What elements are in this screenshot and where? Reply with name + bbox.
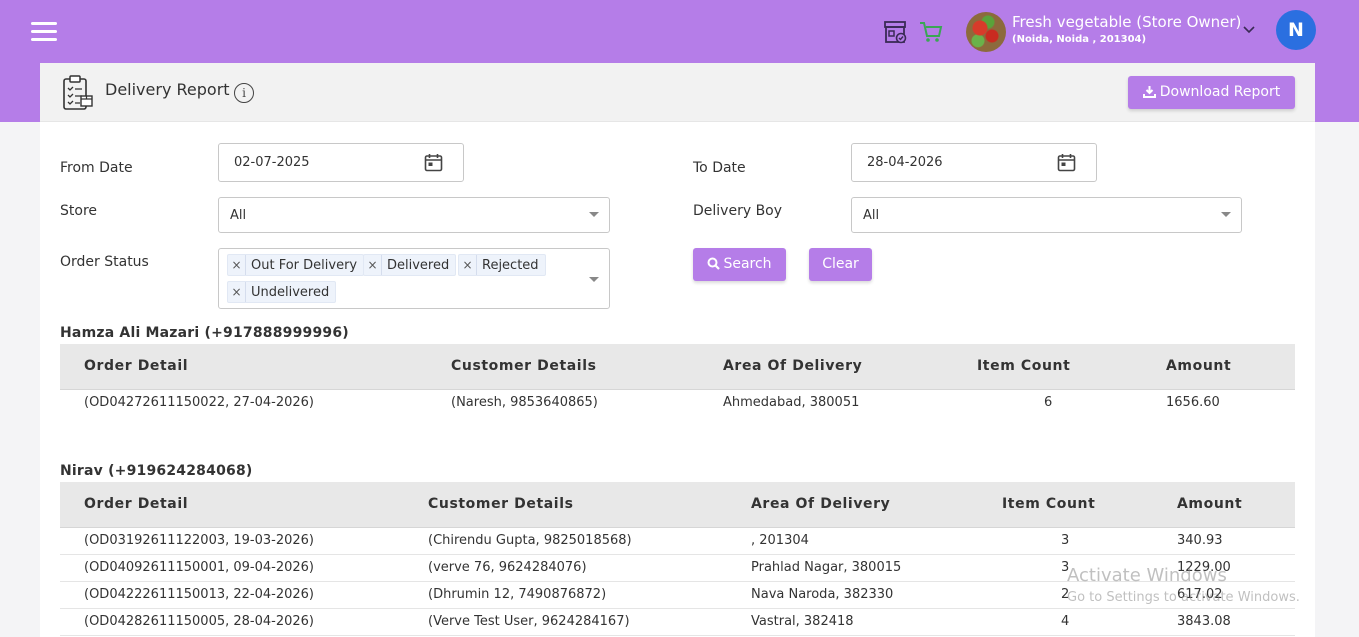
order-status-multiselect[interactable]: × Out For Delivery × Delivered × Rejected ×…	[218, 248, 610, 309]
order-detail-cell: (OD04222611150013, 22-04-2026)	[84, 587, 314, 602]
from-date-label: From Date	[60, 160, 133, 176]
item-count-cell: 4	[1061, 614, 1070, 629]
download-icon	[1142, 86, 1156, 98]
table-row: (OD04282611150005, 28-04-2026) (Verve Te…	[60, 609, 1295, 636]
status-chip: × Delivered	[363, 254, 457, 276]
from-date-value: 02-07-2025	[234, 155, 310, 170]
report-card: Delivery Report i Download Report From D…	[40, 63, 1315, 637]
table-row: (OD03192611122003, 19-03-2026) (Chirendu…	[60, 528, 1295, 555]
customer-details-cell: (Dhrumin 12, 7490876872)	[428, 587, 607, 602]
remove-chip-icon[interactable]: ×	[364, 255, 382, 275]
card-header: Delivery Report i Download Report	[40, 63, 1315, 122]
amount-cell: 340.93	[1177, 533, 1223, 548]
customer-details-cell: (Verve Test User, 9624284167)	[428, 614, 630, 629]
column-header: Item Count	[977, 358, 1071, 374]
delivery-boy-select-value: All	[863, 208, 880, 223]
area-cell: Ahmedabad, 380051	[723, 395, 860, 410]
search-label: Search	[723, 256, 772, 272]
delivery-boy-group-title: Hamza Ali Mazari (+917888999996)	[60, 325, 349, 341]
to-date-value: 28-04-2026	[867, 155, 943, 170]
order-detail-cell: (OD04092611150001, 09-04-2026)	[84, 560, 314, 575]
delivery-boy-group-title: Nirav (+919624284068)	[60, 463, 253, 479]
amount-cell: 1656.60	[1166, 395, 1220, 410]
column-header: Area Of Delivery	[751, 496, 891, 512]
item-count-cell: 3	[1061, 533, 1070, 548]
order-status-label: Order Status	[60, 254, 149, 270]
order-detail-cell: (OD04272611150022, 27-04-2026)	[84, 395, 314, 410]
status-chip: × Rejected	[458, 254, 546, 276]
store-avatar[interactable]	[966, 12, 1006, 52]
column-header: Customer Details	[451, 358, 597, 374]
store-name[interactable]: Fresh vegetable (Store Owner)	[1012, 13, 1241, 31]
status-chip: × Undelivered	[227, 281, 337, 303]
column-header: Area Of Delivery	[723, 358, 863, 374]
store-select[interactable]: All	[218, 197, 610, 233]
store-label: Store	[60, 203, 98, 219]
remove-chip-icon[interactable]: ×	[459, 255, 477, 275]
to-date-input[interactable]: 28-04-2026	[851, 143, 1097, 182]
menu-icon[interactable]	[31, 22, 57, 42]
chevron-down-icon[interactable]	[1243, 26, 1255, 34]
activate-windows-title: Activate Windows	[1067, 565, 1227, 586]
area-cell: Vastral, 382418	[751, 614, 854, 629]
table-header: Order Detail Customer Details Area Of De…	[60, 482, 1295, 528]
column-header: Item Count	[1002, 496, 1096, 512]
column-header: Order Detail	[84, 496, 189, 512]
search-button[interactable]: Search	[693, 248, 786, 281]
user-avatar[interactable]: N	[1276, 10, 1316, 50]
store-address: (Noida, Noida , 201304)	[1012, 34, 1147, 45]
area-cell: , 201304	[751, 533, 809, 548]
delivery-boy-label: Delivery Boy	[693, 203, 783, 219]
cart-icon[interactable]	[918, 19, 944, 45]
page-title: Delivery Report	[105, 80, 230, 99]
column-header: Customer Details	[428, 496, 574, 512]
calendar-icon[interactable]	[424, 153, 443, 172]
status-chip: × Out For Delivery	[227, 254, 365, 276]
remove-chip-icon[interactable]: ×	[228, 255, 246, 275]
order-detail-cell: (OD04282611150005, 28-04-2026)	[84, 614, 314, 629]
calendar-icon[interactable]	[1057, 153, 1076, 172]
customer-details-cell: (Naresh, 9853640865)	[451, 395, 598, 410]
download-report-button[interactable]: Download Report	[1128, 76, 1295, 109]
area-cell: Prahlad Nagar, 380015	[751, 560, 902, 575]
from-date-input[interactable]: 02-07-2025	[218, 143, 464, 182]
dropdown-arrow-icon	[589, 277, 599, 282]
remove-chip-icon[interactable]: ×	[228, 282, 246, 302]
clear-button[interactable]: Clear	[809, 248, 872, 281]
dropdown-arrow-icon	[589, 212, 599, 217]
area-cell: Nava Naroda, 382330	[751, 587, 894, 602]
store-icon[interactable]	[883, 19, 909, 45]
amount-cell: 3843.08	[1177, 614, 1231, 629]
store-select-value: All	[230, 208, 247, 223]
column-header: Amount	[1166, 358, 1232, 374]
activate-windows-subtitle: Go to Settings to activate Windows.	[1067, 590, 1300, 605]
report-icon	[63, 75, 93, 110]
search-icon	[707, 257, 721, 270]
to-date-label: To Date	[693, 160, 746, 176]
delivery-boy-select[interactable]: All	[851, 197, 1242, 233]
order-detail-cell: (OD03192611122003, 19-03-2026)	[84, 533, 314, 548]
table-header: Order Detail Customer Details Area Of De…	[60, 344, 1295, 390]
dropdown-arrow-icon	[1221, 212, 1231, 217]
info-icon[interactable]: i	[234, 83, 254, 103]
table-row: (OD04272611150022, 27-04-2026) (Naresh, …	[60, 390, 1295, 417]
column-header: Amount	[1177, 496, 1243, 512]
item-count-cell: 6	[1044, 395, 1053, 410]
download-report-label: Download Report	[1159, 84, 1281, 100]
customer-details-cell: (Chirendu Gupta, 9825018568)	[428, 533, 632, 548]
customer-details-cell: (verve 76, 9624284076)	[428, 560, 587, 575]
column-header: Order Detail	[84, 358, 189, 374]
